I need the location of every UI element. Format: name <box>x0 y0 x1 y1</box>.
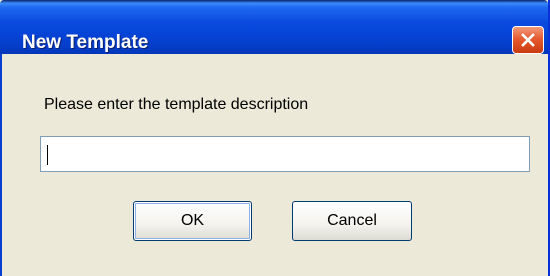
title-bar[interactable]: New Template <box>0 0 548 54</box>
screen: New Template Please enter the template d… <box>0 0 550 276</box>
new-template-dialog: New Template Please enter the template d… <box>0 0 550 276</box>
cancel-button-label: Cancel <box>327 212 377 229</box>
close-button[interactable] <box>512 26 544 54</box>
window-frame-left <box>0 54 2 276</box>
close-icon <box>521 33 535 47</box>
description-prompt-label: Please enter the template description <box>44 96 309 113</box>
ok-button[interactable]: OK <box>133 201 252 241</box>
text-caret <box>47 145 48 165</box>
template-description-input[interactable] <box>40 136 530 172</box>
ok-button-label: OK <box>180 212 205 229</box>
cancel-button[interactable]: Cancel <box>292 201 412 241</box>
dialog-title: New Template <box>22 32 149 53</box>
